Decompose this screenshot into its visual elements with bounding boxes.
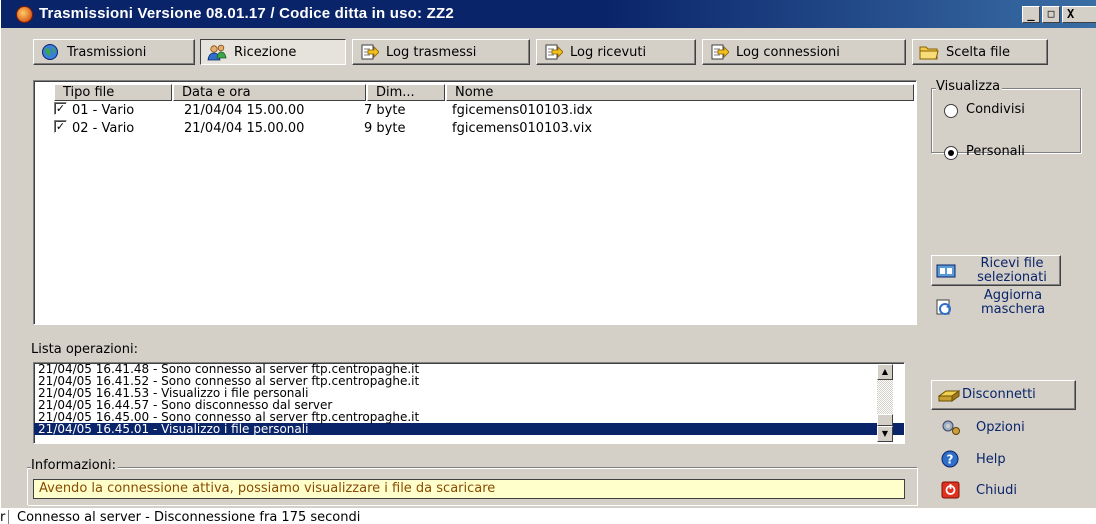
- status-bar: r Connesso al server - Disconnessione fr…: [0, 510, 1096, 524]
- log-arrow-icon: [711, 44, 729, 60]
- radio-condivisi-label[interactable]: Condivisi: [966, 102, 1025, 117]
- plug-icon: [938, 390, 960, 402]
- tab-label-scelta-file: Scelta file: [946, 44, 1011, 60]
- close-window-button[interactable]: X: [1062, 6, 1096, 23]
- ricevi-file-button[interactable]: Ricevi file selezionati: [931, 255, 1061, 286]
- window-title: Trasmissioni Versione 08.01.17 / Codice …: [39, 5, 454, 22]
- opzioni-label: Opzioni: [976, 419, 1025, 435]
- file-dim: 7 byte: [364, 103, 406, 118]
- file-tipo: 01 - Vario: [72, 103, 135, 118]
- help-icon: ?: [941, 450, 959, 468]
- help-button[interactable]: ? Help: [941, 449, 1071, 469]
- help-label: Help: [976, 451, 1006, 467]
- file-data: 21/04/04 15.00.00: [184, 103, 305, 118]
- operation-item-selected[interactable]: 21/04/05 16.45.01 - Visualizzo i file pe…: [34, 423, 904, 435]
- folder-icon: [919, 46, 939, 60]
- log-arrow-icon: [361, 44, 379, 60]
- file-data: 21/04/04 15.00.00: [184, 121, 305, 136]
- aggiorna-label-2: maschera: [980, 302, 1046, 317]
- aggiorna-maschera-button[interactable]: Aggiorna maschera: [931, 289, 1061, 323]
- info-message: Avendo la connessione attiva, possiamo v…: [33, 479, 905, 499]
- radio-personali[interactable]: [944, 146, 958, 160]
- visualizza-label: Visualizza: [936, 79, 1003, 94]
- status-prefix: r: [0, 510, 6, 524]
- column-header-nome[interactable]: Nome: [446, 84, 914, 101]
- tab-label-log-trasmessi: Log trasmessi: [386, 44, 477, 60]
- scroll-thumb[interactable]: [877, 414, 893, 426]
- tab-label-trasmissioni: Trasmissioni: [67, 44, 147, 60]
- tab-scelta-file[interactable]: Scelta file: [912, 39, 1048, 65]
- maximize-button[interactable]: □: [1042, 6, 1060, 23]
- tab-label-log-connessioni: Log connessioni: [736, 44, 840, 60]
- tab-log-ricevuti[interactable]: Log ricevuti: [536, 39, 696, 65]
- tab-trasmissioni[interactable]: Trasmissioni: [33, 39, 195, 65]
- radio-personali-label[interactable]: Personali: [966, 144, 1025, 159]
- file-row-checkbox[interactable]: ✓: [54, 102, 67, 115]
- tab-label-log-ricevuti: Log ricevuti: [570, 44, 647, 60]
- column-header-tipo-file[interactable]: Tipo file: [54, 84, 172, 101]
- ricevi-file-label-2: selezionati: [977, 270, 1047, 285]
- log-arrow-icon: [545, 44, 563, 60]
- disconnetti-button[interactable]: Disconnetti: [931, 380, 1076, 410]
- people-icon: [207, 44, 227, 61]
- minimize-button[interactable]: _: [1022, 6, 1040, 23]
- file-row[interactable]: ✓ 01 - Vario 21/04/04 15.00.00 7 byte fg…: [34, 102, 914, 120]
- status-text: Connesso al server - Disconnessione fra …: [17, 510, 361, 524]
- exit-icon: [941, 481, 960, 499]
- lista-operazioni-label: Lista operazioni:: [31, 342, 140, 357]
- file-list[interactable]: Tipo file Data e ora Dim... Nome ✓ 01 - …: [33, 80, 917, 325]
- chiudi-button[interactable]: Chiudi: [941, 480, 1071, 500]
- globe-icon: [42, 44, 58, 60]
- column-header-data-ora[interactable]: Data e ora: [173, 84, 366, 101]
- file-nome: fgicemens010103.vix: [452, 121, 593, 136]
- tab-ricezione[interactable]: Ricezione: [200, 39, 346, 65]
- svg-text:?: ?: [947, 453, 954, 467]
- tab-log-connessioni[interactable]: Log connessioni: [702, 39, 906, 65]
- operations-scrollbar[interactable]: ▲ ▼: [877, 364, 893, 442]
- file-dim: 9 byte: [364, 121, 406, 136]
- tab-log-trasmessi[interactable]: Log trasmessi: [352, 39, 530, 65]
- refresh-icon: [936, 299, 951, 315]
- scroll-up-button[interactable]: ▲: [877, 364, 893, 380]
- status-divider: [8, 510, 9, 524]
- opzioni-button[interactable]: Opzioni: [941, 417, 1071, 437]
- file-tipo: 02 - Vario: [72, 121, 135, 136]
- aggiorna-label-1: Aggiorna: [983, 288, 1043, 303]
- column-header-dimensione[interactable]: Dim...: [367, 84, 445, 101]
- ricevi-file-label-1: Ricevi file: [980, 256, 1044, 271]
- file-nome: fgicemens010103.idx: [452, 103, 593, 118]
- title-bar[interactable]: Trasmissioni Versione 08.01.17 / Codice …: [1, 0, 1096, 28]
- tab-label-ricezione: Ricezione: [234, 44, 297, 60]
- app-icon[interactable]: [16, 6, 33, 23]
- main-window: Trasmissioni Versione 08.01.17 / Codice …: [0, 0, 1096, 508]
- disconnetti-label: Disconnetti: [962, 387, 1036, 402]
- radio-condivisi[interactable]: [944, 104, 958, 118]
- download-icon: [936, 264, 956, 278]
- scroll-down-button[interactable]: ▼: [877, 426, 893, 442]
- chiudi-label: Chiudi: [976, 482, 1018, 498]
- operations-list[interactable]: 21/04/05 16.41.48 - Sono connesso al ser…: [33, 362, 905, 444]
- gears-icon: [942, 420, 960, 435]
- file-row-checkbox[interactable]: ✓: [54, 120, 67, 133]
- file-row[interactable]: ✓ 02 - Vario 21/04/04 15.00.00 9 byte fg…: [34, 120, 914, 138]
- informazioni-label: Informazioni:: [31, 458, 118, 473]
